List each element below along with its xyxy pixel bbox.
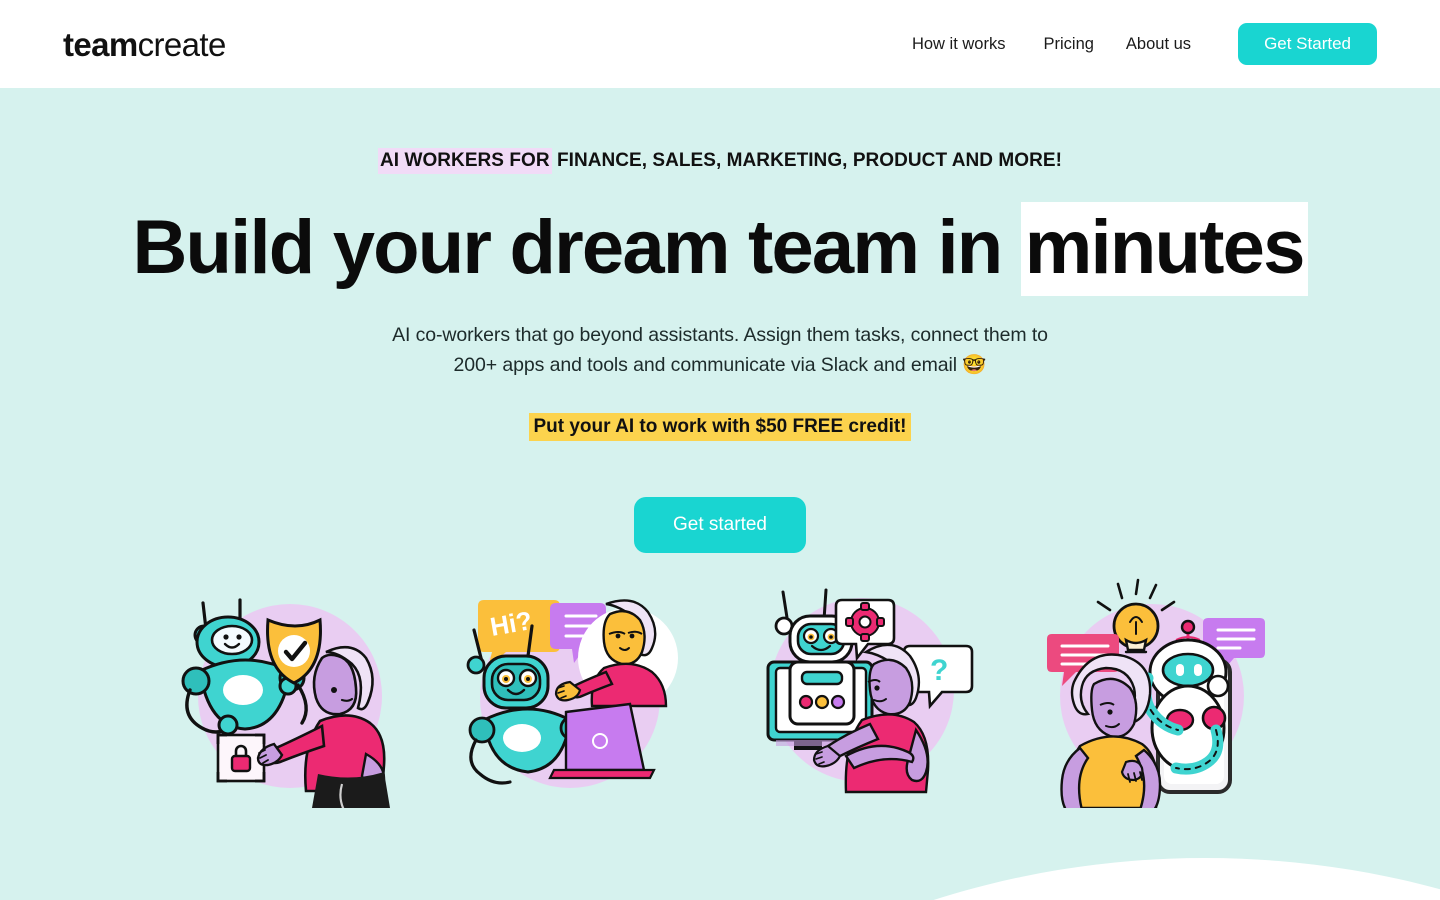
hero-eyebrow-highlight: AI WORKERS FOR — [378, 148, 552, 174]
nav-how-it-works[interactable]: How it works — [896, 25, 1022, 63]
page-title: Build your dream team in minutes — [0, 202, 1440, 296]
illustration-robot-monitor-question: ? — [750, 578, 980, 808]
hero-white-curve — [455, 858, 1440, 900]
main-navigation: How it works Pricing About us Get Starte… — [896, 0, 1377, 88]
hero-promo: Put your AI to work with $50 FREE credit… — [0, 413, 1440, 441]
hero-section: AI WORKERS FOR FINANCE, SALES, MARKETING… — [0, 88, 1440, 900]
question-bubble-text: ? — [930, 654, 948, 687]
illustration-robot-chat-laptop: Hi? — [460, 578, 690, 808]
hero-eyebrow-rest: FINANCE, SALES, MARKETING, PRODUCT AND M… — [551, 150, 1062, 171]
header-get-started-button[interactable]: Get Started — [1238, 23, 1377, 65]
landing-page: AI WORKERS FOR FINANCE, SALES, MARKETING… — [0, 0, 1440, 900]
hero-cta-wrap: Get started — [0, 497, 1440, 553]
hero-get-started-button[interactable]: Get started — [634, 497, 806, 553]
hero-subheading-line-1: AI co-workers that go beyond assistants.… — [392, 324, 1048, 346]
logo[interactable]: teamcreate — [63, 27, 226, 63]
nav-pricing[interactable]: Pricing — [1027, 25, 1109, 63]
nav-about-us[interactable]: About us — [1110, 25, 1207, 63]
illustration-robot-phone-idea — [1040, 578, 1270, 808]
site-header: teamcreate How it works Pricing About us… — [0, 0, 1440, 88]
headline-highlight: minutes — [1020, 202, 1308, 296]
hero-eyebrow: AI WORKERS FOR FINANCE, SALES, MARKETING… — [0, 148, 1440, 174]
hero-subheading: AI co-workers that go beyond assistants.… — [0, 320, 1440, 380]
logo-bold-part: team — [63, 26, 138, 63]
illustration-robot-shield-security — [170, 578, 400, 808]
hero-content: AI WORKERS FOR FINANCE, SALES, MARKETING… — [0, 88, 1440, 553]
hero-promo-highlight: Put your AI to work with $50 FREE credit… — [529, 413, 911, 441]
hero-subheading-line-2: 200+ apps and tools and communicate via … — [453, 354, 987, 376]
illustration-row: Hi? ? — [0, 578, 1440, 838]
logo-regular-part: create — [137, 26, 227, 63]
headline-plain: Build your dream team in — [132, 205, 1021, 290]
